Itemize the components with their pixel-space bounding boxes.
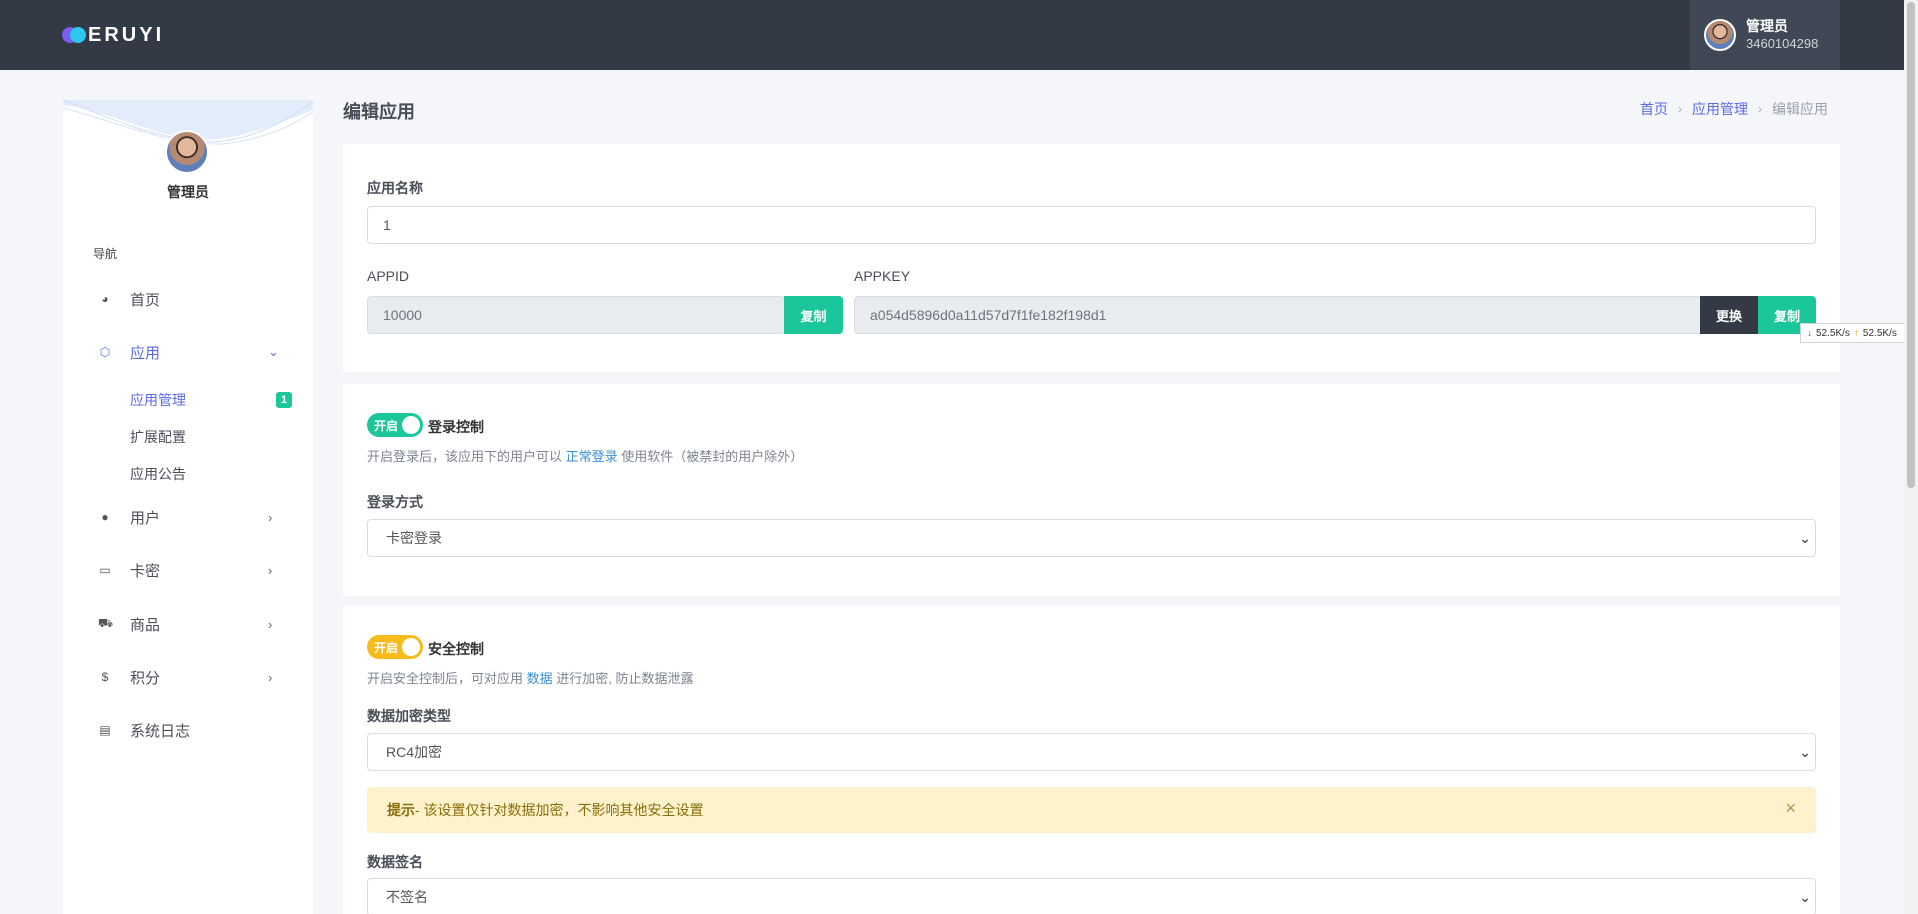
top-bar: ERUYI 管理员 3460104298 [0,0,1918,70]
scrollbar-thumb[interactable] [1907,2,1915,488]
app-info-card: 应用名称 1 APPID 10000 复制 APPKEY a054d5896d0… [343,144,1840,372]
sidebar-item-apps[interactable]: ⬡ 应用 ⌄ [63,332,313,372]
app-name-label: 应用名称 [367,180,423,196]
breadcrumb-home[interactable]: 首页 [1640,99,1668,119]
logo-text: ERUYI [88,23,165,46]
logo[interactable]: ERUYI [62,24,164,46]
encrypt-type-select[interactable]: RC4加密 ⌄ [367,733,1816,771]
chevron-right-icon: › [268,616,273,632]
chevron-right-icon: › [268,509,273,525]
appkey-label: APPKEY [854,268,911,284]
breadcrumb-current: 编辑应用 [1772,101,1828,117]
page-scrollbar[interactable] [1904,0,1918,914]
login-method-select[interactable]: 卡密登录 ⌄ [367,519,1816,557]
user-menu[interactable]: 管理员 3460104298 [1690,0,1840,70]
sidebar-avatar [165,130,209,174]
download-arrow-icon: ↓ [1807,327,1812,339]
toggle-text: 开启 [374,418,399,433]
sidebar-item-label: 用户 [130,509,161,527]
sidebar-item-cards[interactable]: ▭ 卡密 › [63,550,313,590]
chevron-right-icon: › [1758,102,1762,116]
sidebar-item-label: 系统日志 [130,722,191,740]
count-badge: 1 [276,392,292,408]
login-control-help: 开启登录后，该应用下的用户可以 正常登录 使用软件（被禁封的用户除外） [367,449,804,464]
appid-label: APPID [367,268,410,284]
encrypt-type-value: RC4加密 [386,744,443,760]
chevron-down-icon: ⌄ [1799,889,1811,905]
data-sign-value: 不签名 [386,889,428,905]
coin-icon: $ [101,670,109,684]
security-control-title: 安全控制 [428,641,484,657]
sidebar-item-label: 首页 [130,291,161,309]
sidebar-subitem-app-management[interactable]: 应用管理 [130,390,186,410]
copy-appid-button[interactable]: 复制 [784,296,843,334]
encrypt-tip-alert: 提示 - 该设置仅针对数据加密，不影响其他安全设置 × [367,787,1816,833]
logo-icon [62,26,86,44]
sidebar-admin-name: 管理员 [167,184,209,200]
close-icon[interactable]: × [1785,798,1796,819]
toggle-knob [402,416,420,434]
dashboard-icon: ◕ [101,292,109,306]
toggle-knob [402,638,420,656]
login-method-value: 卡密登录 [386,530,442,546]
security-control-help: 开启安全控制后，可对应用 数据 进行加密, 防止数据泄露 [367,671,694,686]
sidebar-subitem-extension-config[interactable]: 扩展配置 [130,427,186,447]
toggle-text: 开启 [374,640,399,655]
encrypt-type-label: 数据加密类型 [367,708,451,724]
appid-field: 10000 [367,296,785,334]
upload-speed: 52.5K/s [1862,327,1897,339]
cart-icon: ⛟ [98,616,114,630]
breadcrumb-app-management[interactable]: 应用管理 [1692,99,1748,119]
sidebar-item-label: 积分 [130,669,161,687]
app-name-input[interactable]: 1 [367,206,1816,244]
login-control-toggle[interactable]: 开启 [367,413,423,437]
avatar [1704,19,1736,51]
user-name: 管理员 [1746,18,1788,34]
sidebar: 管理员 导航 ◕ 首页 ⬡ 应用 ⌄ 应用管理 1 扩展配置 应用公告 ● 用户… [63,100,313,914]
sidebar-item-users[interactable]: ● 用户 › [63,497,313,537]
data-sign-label: 数据签名 [367,854,423,870]
security-control-card: 开启 安全控制 开启安全控制后，可对应用 数据 进行加密, 防止数据泄露 数据加… [343,606,1840,914]
alert-title: 提示 [387,802,415,818]
chevron-right-icon: › [1678,102,1682,116]
user-id: 3460104298 [1746,36,1819,51]
sidebar-subitem-app-notice[interactable]: 应用公告 [130,464,186,484]
alert-text: - 该设置仅针对数据加密，不影响其他安全设置 [415,802,704,818]
login-control-title: 登录控制 [428,419,484,435]
sidebar-item-label: 商品 [130,616,161,634]
nav-title: 导航 [93,247,118,261]
sidebar-item-points[interactable]: $ 积分 › [63,657,313,697]
security-control-toggle[interactable]: 开启 [367,635,423,659]
sidebar-item-products[interactable]: ⛟ 商品 › [63,604,313,644]
sidebar-item-home[interactable]: ◕ 首页 [63,279,313,319]
network-speed-widget: ↓ 52.5K/s ↑ 52.5K/s [1800,323,1918,343]
regenerate-appkey-button[interactable]: 更换 [1700,296,1758,334]
log-icon: ▤ [99,723,111,737]
upload-arrow-icon: ↑ [1853,327,1859,339]
chevron-right-icon: › [268,669,273,685]
data-sign-select[interactable]: 不签名 ⌄ [367,878,1816,914]
sidebar-item-label: 应用 [130,344,161,362]
appkey-field: a054d5896d0a11d57d7f1fe182f198d1 [854,296,1712,334]
download-speed: 52.5K/s [1816,327,1850,339]
page-title: 编辑应用 [343,102,415,122]
chevron-down-icon: ⌄ [1799,744,1811,760]
cube-icon: ⬡ [99,345,111,359]
sidebar-item-label: 卡密 [130,562,161,580]
chevron-right-icon: › [268,562,273,578]
breadcrumb: 首页 › 应用管理 › 编辑应用 [1640,99,1828,119]
login-method-label: 登录方式 [367,494,423,510]
card-icon: ▭ [99,563,111,577]
chevron-down-icon: ⌄ [268,344,279,359]
chevron-down-icon: ⌄ [1799,530,1811,546]
user-icon: ● [101,510,109,524]
sidebar-item-system-log[interactable]: ▤ 系统日志 [63,710,313,750]
login-control-card: 开启 登录控制 开启登录后，该应用下的用户可以 正常登录 使用软件（被禁封的用户… [343,384,1840,596]
